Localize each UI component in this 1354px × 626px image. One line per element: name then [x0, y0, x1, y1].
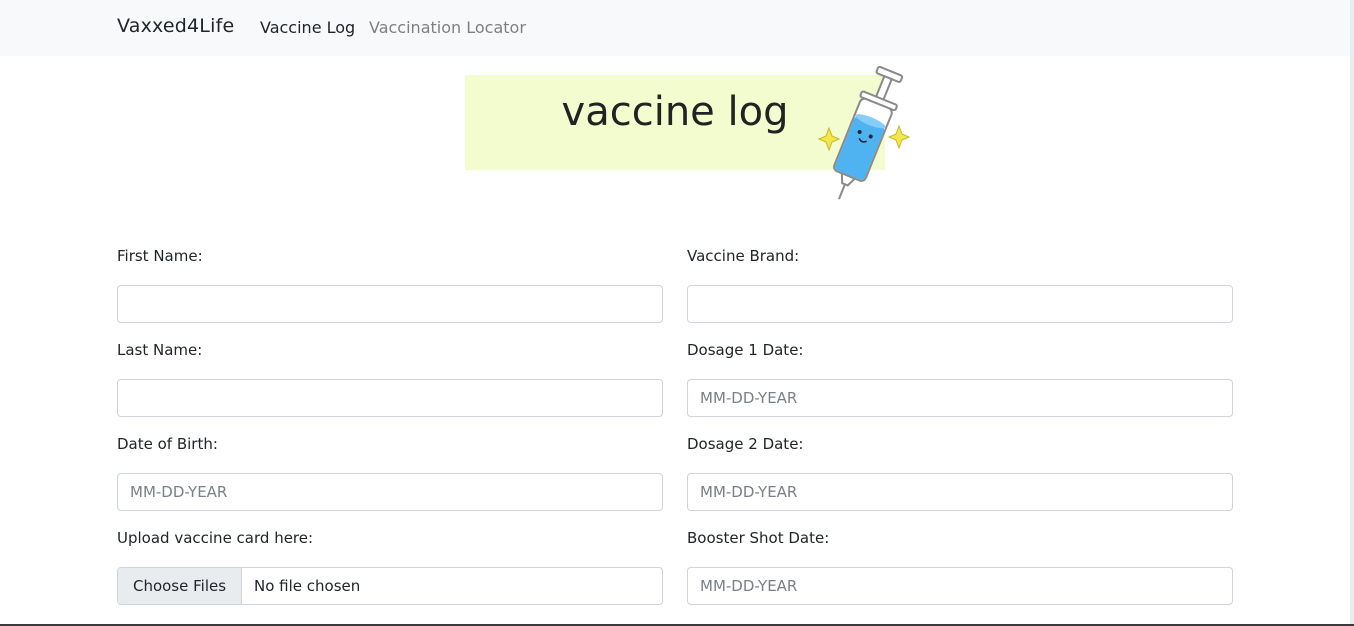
first-name-label: First Name: [117, 247, 203, 265]
vaccine-card-file-input[interactable]: Choose Files No file chosen [117, 567, 663, 605]
date-of-birth-label: Date of Birth: [117, 435, 218, 453]
dosage-1-date-label: Dosage 1 Date: [687, 341, 804, 359]
first-name-input[interactable] [117, 285, 663, 323]
nav-link-vaccine-log[interactable]: Vaccine Log [260, 18, 355, 37]
booster-shot-date-input[interactable] [687, 567, 1233, 605]
last-name-input[interactable] [117, 379, 663, 417]
brand-link[interactable]: Vaxxed4Life [117, 15, 234, 37]
top-navbar: Vaxxed4Life Vaccine Log Vaccination Loca… [0, 0, 1354, 56]
upload-card-label: Upload vaccine card here: [117, 529, 314, 547]
dosage-2-date-label: Dosage 2 Date: [687, 435, 804, 453]
vaccine-brand-label: Vaccine Brand: [687, 247, 800, 265]
date-of-birth-input[interactable] [117, 473, 663, 511]
vertical-scrollbar[interactable] [1350, 0, 1354, 626]
dosage-2-date-input[interactable] [687, 473, 1233, 511]
syringe-mascot-icon [817, 65, 911, 200]
last-name-label: Last Name: [117, 341, 203, 359]
vaccine-brand-input[interactable] [687, 285, 1233, 323]
nav-link-vaccination-locator[interactable]: Vaccination Locator [369, 18, 526, 37]
choose-files-button[interactable]: Choose Files [118, 568, 242, 604]
dosage-1-date-input[interactable] [687, 379, 1233, 417]
file-status-text: No file chosen [254, 577, 361, 595]
booster-shot-date-label: Booster Shot Date: [687, 529, 830, 547]
